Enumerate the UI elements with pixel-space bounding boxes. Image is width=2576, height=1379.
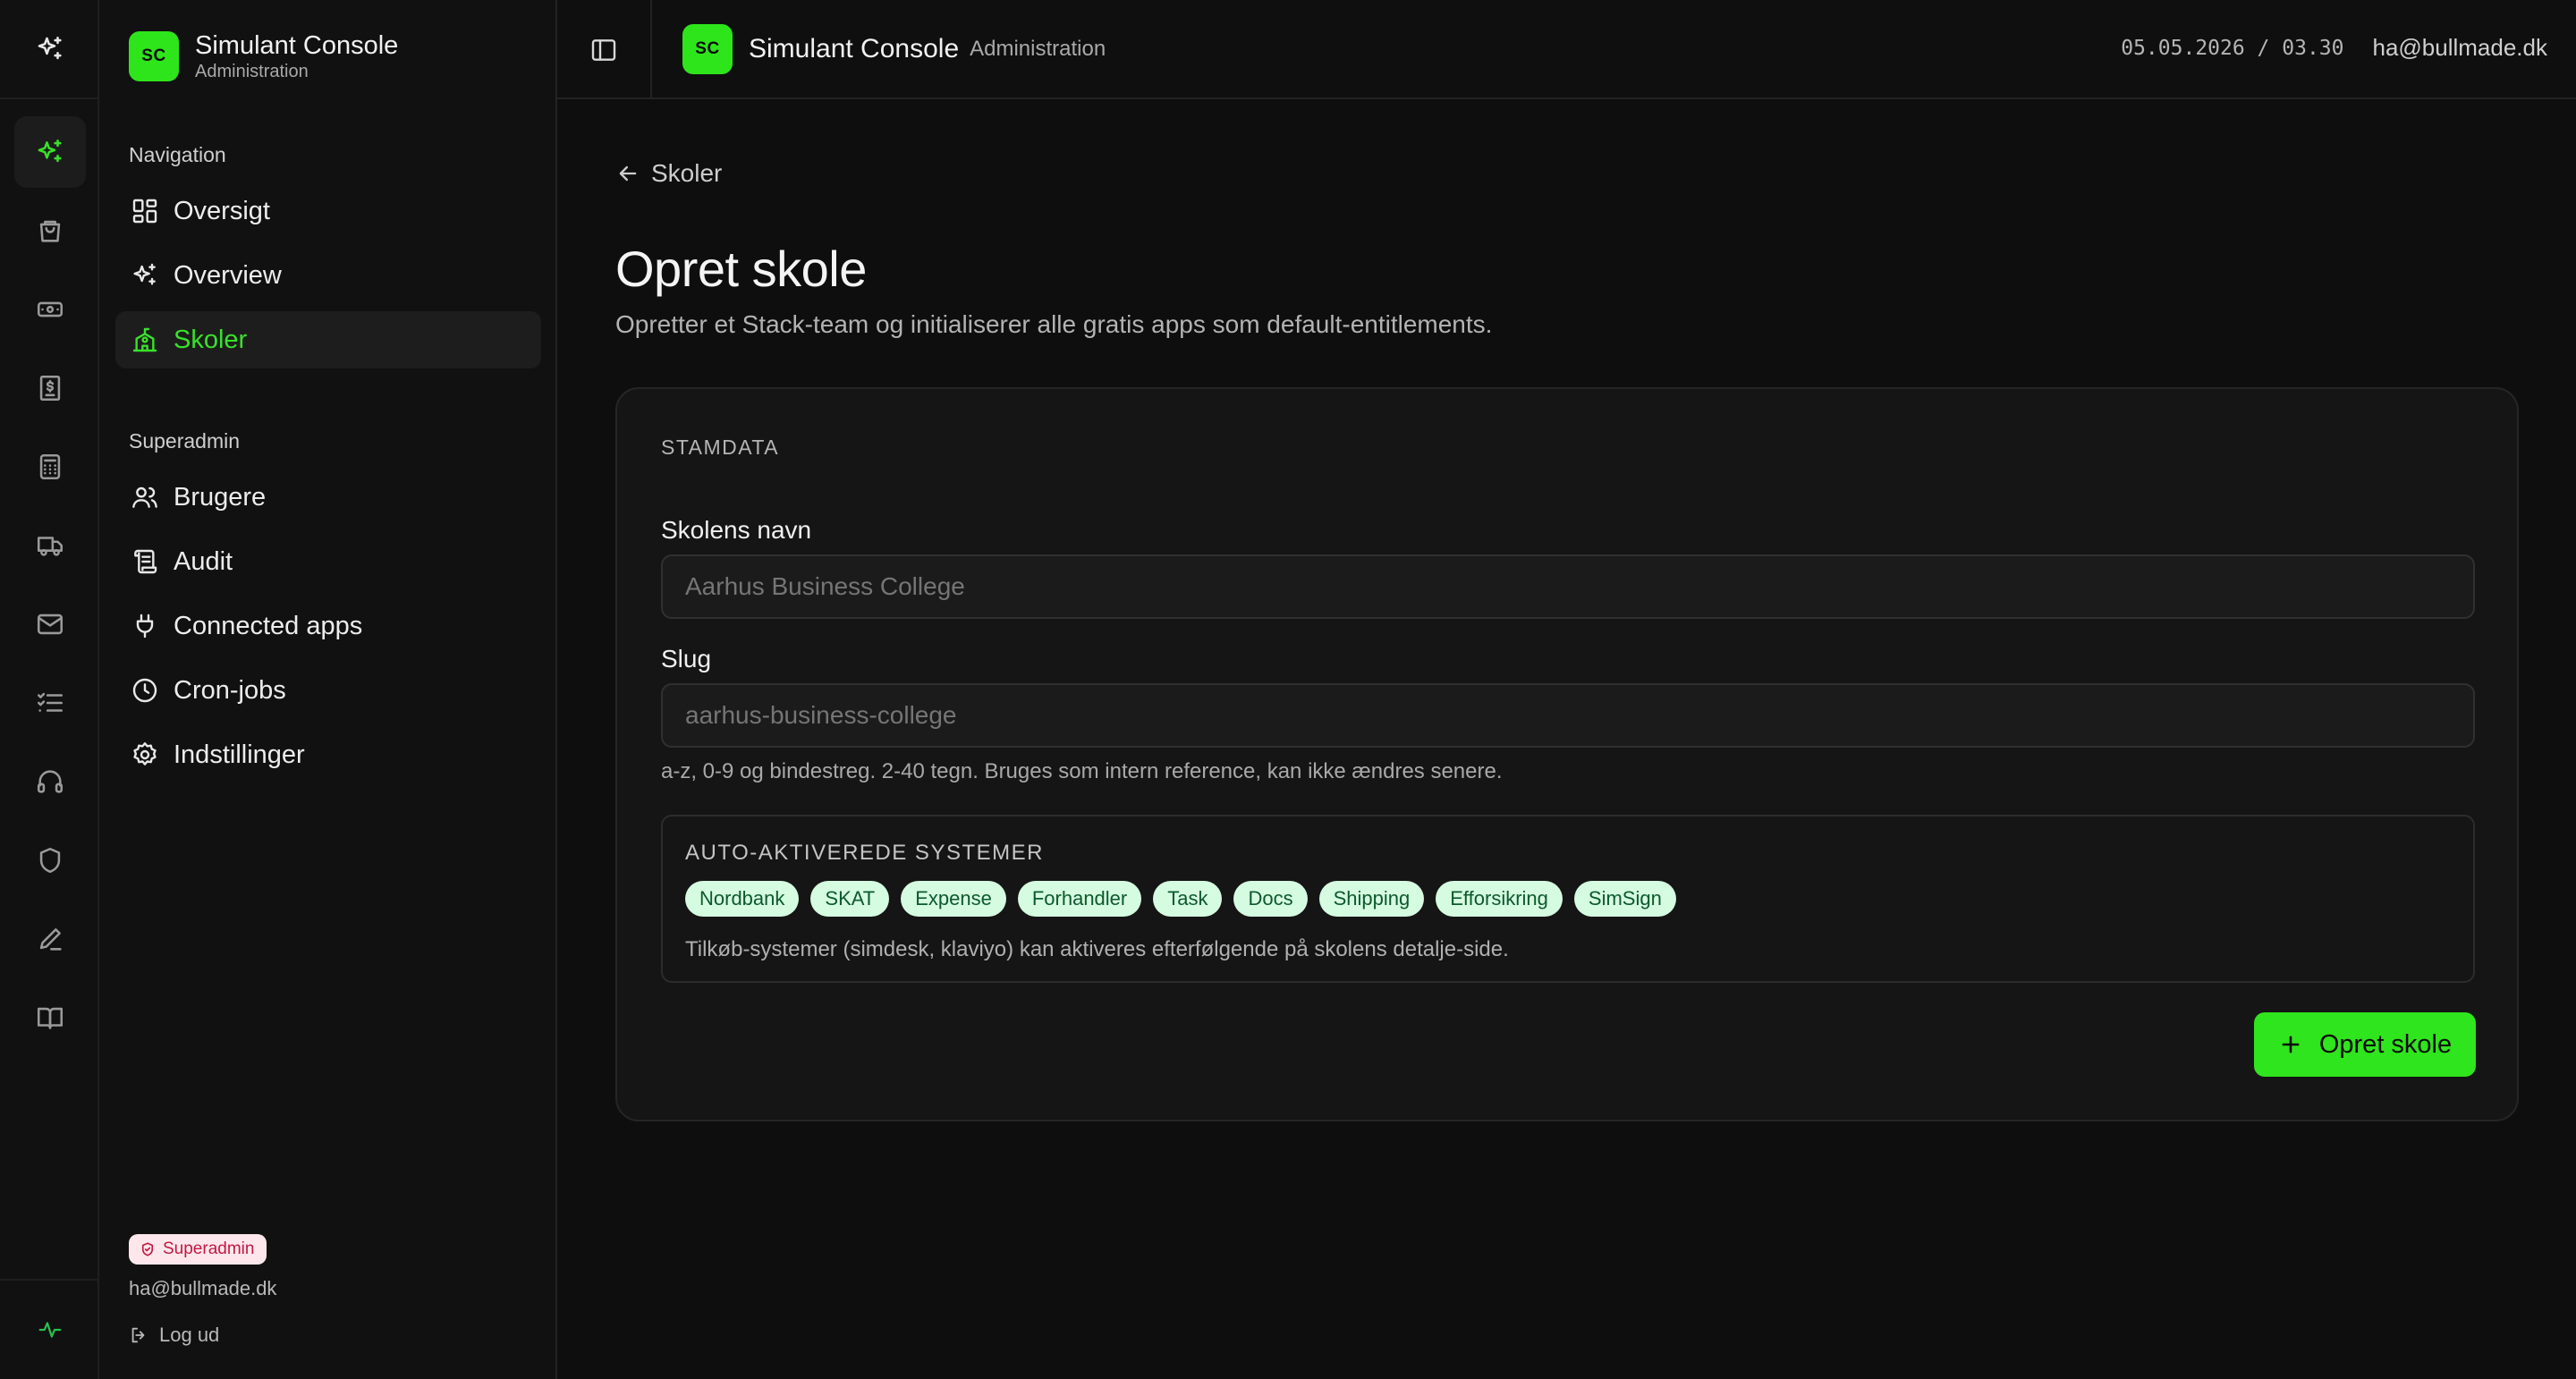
logout-label: Log ud bbox=[159, 1324, 220, 1346]
sidebar-item-label: Audit bbox=[174, 546, 233, 576]
slug-field-label: Slug bbox=[661, 645, 712, 673]
system-chip: Expense bbox=[901, 881, 1006, 917]
plug-icon bbox=[136, 613, 154, 639]
app-title: Simulant Console bbox=[195, 31, 399, 60]
role-badge-label: Superadmin bbox=[163, 1239, 255, 1258]
name-field-label: Skolens navn bbox=[661, 516, 812, 544]
shopping-bag-icon[interactable] bbox=[14, 195, 86, 266]
system-chip: Nordbank bbox=[685, 881, 800, 917]
create-school-button[interactable]: Opret skole bbox=[2254, 1012, 2476, 1077]
back-link-label: Skoler bbox=[651, 159, 723, 187]
system-chip: SimSign bbox=[1573, 881, 1676, 917]
sparkles-icon[interactable] bbox=[0, 0, 99, 99]
app-logo-badge: SC bbox=[129, 31, 179, 81]
shield-check-icon bbox=[141, 1242, 154, 1256]
banknote-icon[interactable] bbox=[14, 274, 86, 345]
topbar-brand: SC Simulant Console Administration bbox=[682, 24, 1106, 74]
school-icon bbox=[132, 327, 157, 352]
pen-icon[interactable] bbox=[14, 903, 86, 975]
topbar-user-email: ha@bullmade.dk bbox=[2372, 34, 2547, 61]
logout-icon bbox=[131, 1327, 145, 1343]
user-email: ha@bullmade.dk bbox=[129, 1277, 277, 1299]
sidebar-item-label: Oversigt bbox=[174, 196, 270, 225]
logout-button[interactable]: Log ud bbox=[129, 1324, 219, 1347]
system-chip: Task bbox=[1153, 881, 1223, 917]
calculator-icon[interactable] bbox=[14, 431, 86, 503]
panel-left-icon bbox=[591, 38, 616, 61]
arrow-left-icon bbox=[619, 165, 637, 182]
system-chip: SKAT bbox=[810, 881, 890, 917]
page-title: Opret skole bbox=[615, 241, 867, 297]
headphones-icon[interactable] bbox=[14, 746, 86, 817]
sidebar-item-label: Overview bbox=[174, 260, 282, 290]
sidebar-item-audit[interactable]: Audit bbox=[115, 533, 541, 590]
role-badge: Superadmin bbox=[129, 1234, 267, 1265]
sidebar-item-label: Indstillinger bbox=[174, 740, 305, 769]
superadmin-heading: Superadmin bbox=[129, 429, 241, 453]
list-checks-icon[interactable] bbox=[14, 667, 86, 739]
gear-icon bbox=[133, 742, 157, 766]
activity-icon[interactable] bbox=[0, 1279, 99, 1379]
page-description: Opretter et Stack-team og initialiserer … bbox=[615, 310, 1493, 338]
sidebar: SC Simulant Console Administration Navig… bbox=[99, 0, 557, 1379]
sidebar-item-skoler[interactable]: Skoler bbox=[115, 311, 541, 368]
system-chip: Efforsikring bbox=[1436, 881, 1563, 917]
topbar: SC Simulant Console Administration 05.05… bbox=[557, 0, 2576, 99]
app-subtitle: Administration bbox=[195, 62, 309, 81]
form-card: STAMDATA Skolens navn Slug a-z, 0-9 og b… bbox=[615, 387, 2519, 1121]
shield-icon[interactable] bbox=[14, 825, 86, 896]
section-label: STAMDATA bbox=[661, 436, 780, 459]
book-open-icon[interactable] bbox=[14, 982, 86, 1053]
sidebar-toggle-button[interactable] bbox=[557, 0, 652, 99]
system-chip: Forhandler bbox=[1017, 881, 1142, 917]
systems-label: AUTO-AKTIVEREDE SYSTEMER bbox=[685, 841, 1044, 865]
icon-rail bbox=[0, 0, 99, 1379]
sidebar-item-connected-apps[interactable]: Connected apps bbox=[115, 597, 541, 655]
sidebar-item-label: Brugere bbox=[174, 482, 267, 512]
system-chip: Docs bbox=[1233, 881, 1308, 917]
sidebar-item-overview[interactable]: Overview bbox=[115, 247, 541, 304]
sidebar-item-label: Skoler bbox=[174, 325, 248, 354]
sidebar-item-label: Cron-jobs bbox=[174, 675, 286, 705]
systems-chip-list: Nordbank SKAT Expense Forhandler Task Do… bbox=[685, 881, 1676, 917]
sidebar-item-cron-jobs[interactable]: Cron-jobs bbox=[115, 662, 541, 719]
users-icon bbox=[132, 486, 157, 508]
topbar-subtitle: Administration bbox=[970, 37, 1106, 61]
school-name-input[interactable] bbox=[661, 554, 2475, 619]
topbar-datetime: 05.05.2026 / 03.30 bbox=[2121, 36, 2344, 60]
sidebar-brand[interactable]: SC Simulant Console Administration bbox=[129, 30, 398, 82]
nav-heading: Navigation bbox=[129, 143, 226, 166]
sidebar-item-label: Connected apps bbox=[174, 611, 363, 640]
scroll-icon bbox=[134, 549, 157, 574]
systems-note: Tilkøb-systemer (simdesk, klaviyo) kan a… bbox=[685, 937, 1509, 961]
create-school-button-label: Opret skole bbox=[2318, 1029, 2453, 1059]
sidebar-item-oversigt[interactable]: Oversigt bbox=[115, 182, 541, 240]
sidebar-item-brugere[interactable]: Brugere bbox=[115, 469, 541, 526]
app-logo-badge: SC bbox=[682, 24, 733, 74]
sparkles-icon bbox=[133, 263, 156, 285]
truck-icon[interactable] bbox=[14, 510, 86, 581]
slug-input[interactable] bbox=[661, 683, 2475, 748]
clock-icon bbox=[132, 678, 157, 703]
plus-icon bbox=[2282, 1036, 2300, 1053]
auto-systems-panel: AUTO-AKTIVEREDE SYSTEMER Nordbank SKAT E… bbox=[661, 815, 2475, 983]
back-link[interactable]: Skoler bbox=[615, 159, 722, 188]
dashboard-icon bbox=[132, 199, 157, 224]
topbar-title: Simulant Console bbox=[749, 34, 960, 63]
slug-hint: a-z, 0-9 og bindestreg. 2-40 tegn. Bruge… bbox=[661, 759, 1503, 783]
system-chip: Shipping bbox=[1318, 881, 1425, 917]
rail-sparkles-icon[interactable] bbox=[14, 116, 86, 188]
receipt-dollar-icon[interactable] bbox=[14, 352, 86, 424]
mail-icon[interactable] bbox=[14, 588, 86, 660]
sidebar-item-indstillinger[interactable]: Indstillinger bbox=[115, 726, 541, 783]
